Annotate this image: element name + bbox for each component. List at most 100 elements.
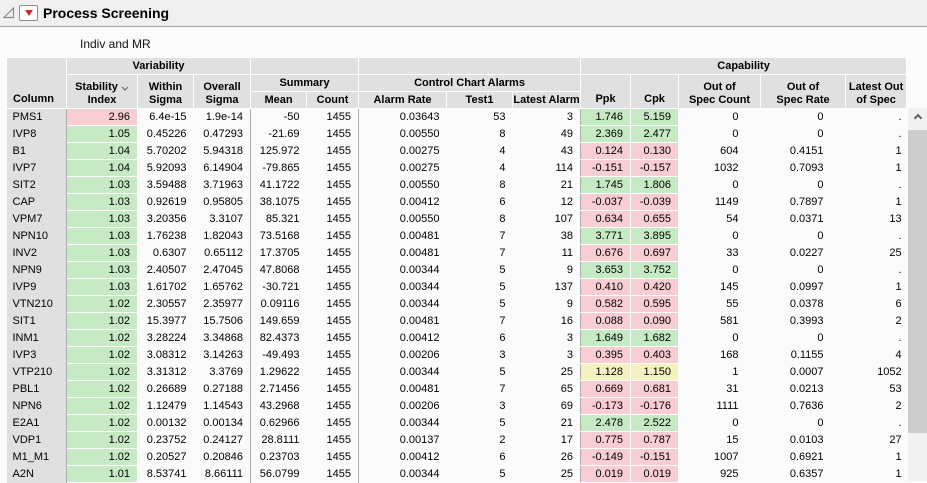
- cell-count[interactable]: 1455: [307, 109, 359, 126]
- cell-ppk[interactable]: 0.676: [581, 245, 631, 262]
- cell-si[interactable]: 1.05: [67, 126, 138, 143]
- cell-cpk[interactable]: 2.522: [631, 415, 679, 432]
- table-row[interactable]: NPN91.032.405072.4704547.806814550.00344…: [7, 262, 907, 279]
- cell-count[interactable]: 1455: [307, 415, 359, 432]
- cell-latest[interactable]: 65: [513, 381, 581, 398]
- cell-si[interactable]: 1.02: [67, 415, 138, 432]
- cell-latest[interactable]: 25: [513, 364, 581, 381]
- table-row[interactable]: IVP81.050.452260.47293-21.6914550.005508…: [7, 126, 907, 143]
- cell-oosr[interactable]: 0.0997: [761, 279, 846, 296]
- scrollbar-thumb[interactable]: [908, 130, 927, 433]
- cell-ppk[interactable]: 0.088: [581, 313, 631, 330]
- cell-oosc[interactable]: 54: [679, 211, 761, 228]
- table-row[interactable]: SIT21.033.594883.7196341.172214550.00550…: [7, 177, 907, 194]
- cell-rate[interactable]: 0.00481: [359, 245, 447, 262]
- table-row[interactable]: IVP71.045.920936.14904-79.86514550.00275…: [7, 160, 907, 177]
- red-triangle-menu-button[interactable]: [19, 5, 38, 21]
- cell-test1[interactable]: 2: [447, 432, 513, 449]
- cell-ppk[interactable]: 0.775: [581, 432, 631, 449]
- cell-overall[interactable]: 0.20846: [194, 449, 251, 466]
- cell-within[interactable]: 0.20527: [138, 449, 194, 466]
- cell-overall[interactable]: 0.65112: [194, 245, 251, 262]
- cell-count[interactable]: 1455: [307, 449, 359, 466]
- cell-name[interactable]: INM1: [7, 330, 67, 347]
- cell-rate[interactable]: 0.00412: [359, 449, 447, 466]
- cell-loos[interactable]: 2: [846, 313, 907, 330]
- cell-ppk[interactable]: 0.582: [581, 296, 631, 313]
- cell-si[interactable]: 1.02: [67, 330, 138, 347]
- cell-count[interactable]: 1455: [307, 398, 359, 415]
- cell-within[interactable]: 15.3977: [138, 313, 194, 330]
- table-row[interactable]: VPM71.033.203563.310785.32114550.0055081…: [7, 211, 907, 228]
- cell-test1[interactable]: 7: [447, 245, 513, 262]
- cell-cpk[interactable]: 0.681: [631, 381, 679, 398]
- cell-overall[interactable]: 8.66111: [194, 466, 251, 483]
- cell-name[interactable]: A2N: [7, 466, 67, 483]
- cell-test1[interactable]: 8: [447, 126, 513, 143]
- cell-ppk[interactable]: -0.037: [581, 194, 631, 211]
- cell-latest[interactable]: 9: [513, 296, 581, 313]
- cell-loos[interactable]: 6: [846, 296, 907, 313]
- table-row[interactable]: A2N1.018.537418.6611156.079914550.003445…: [7, 466, 907, 483]
- table-row[interactable]: NPN101.031.762381.8204373.516814550.0048…: [7, 228, 907, 245]
- cell-name[interactable]: VTN210: [7, 296, 67, 313]
- cell-oosc[interactable]: 0: [679, 415, 761, 432]
- cell-ppk[interactable]: 0.395: [581, 347, 631, 364]
- cell-latest[interactable]: 25: [513, 466, 581, 483]
- table-row[interactable]: B11.045.702025.94318125.97214550.0027544…: [7, 143, 907, 160]
- cell-count[interactable]: 1455: [307, 330, 359, 347]
- table-row[interactable]: IVP31.023.083123.14263-49.49314550.00206…: [7, 347, 907, 364]
- cell-count[interactable]: 1455: [307, 160, 359, 177]
- cell-loos[interactable]: .: [846, 228, 907, 245]
- cell-count[interactable]: 1455: [307, 466, 359, 483]
- out-of-spec-rate-header[interactable]: Out ofSpec Rate: [761, 75, 846, 109]
- cell-count[interactable]: 1455: [307, 126, 359, 143]
- cell-rate[interactable]: 0.00344: [359, 296, 447, 313]
- cell-si[interactable]: 1.03: [67, 228, 138, 245]
- cell-name[interactable]: VPM7: [7, 211, 67, 228]
- cell-oosc[interactable]: 0: [679, 109, 761, 126]
- cell-oosc[interactable]: 1: [679, 364, 761, 381]
- cell-oosr[interactable]: 0: [761, 330, 846, 347]
- cell-ppk[interactable]: 3.771: [581, 228, 631, 245]
- cell-name[interactable]: VDP1: [7, 432, 67, 449]
- cell-oosc[interactable]: 0: [679, 177, 761, 194]
- table-row[interactable]: INM11.023.282243.3486882.437314550.00412…: [7, 330, 907, 347]
- cell-count[interactable]: 1455: [307, 245, 359, 262]
- cell-ppk[interactable]: 3.653: [581, 262, 631, 279]
- cell-si[interactable]: 1.02: [67, 449, 138, 466]
- cell-loos[interactable]: .: [846, 330, 907, 347]
- cell-test1[interactable]: 7: [447, 381, 513, 398]
- cell-mean[interactable]: 0.62966: [251, 415, 307, 432]
- cell-si[interactable]: 1.02: [67, 381, 138, 398]
- cell-oosr[interactable]: 0.7897: [761, 194, 846, 211]
- cell-oosc[interactable]: 168: [679, 347, 761, 364]
- cell-ppk[interactable]: 1.746: [581, 109, 631, 126]
- disclosure-triangle-icon[interactable]: [2, 6, 16, 20]
- cell-within[interactable]: 5.70202: [138, 143, 194, 160]
- cell-ppk[interactable]: 2.369: [581, 126, 631, 143]
- cell-count[interactable]: 1455: [307, 313, 359, 330]
- cell-mean[interactable]: 73.5168: [251, 228, 307, 245]
- cell-name[interactable]: INV2: [7, 245, 67, 262]
- mean-header[interactable]: Mean: [251, 92, 307, 109]
- cell-within[interactable]: 1.12479: [138, 398, 194, 415]
- table-row[interactable]: SIT11.0215.397715.7506149.65914550.00481…: [7, 313, 907, 330]
- cell-si[interactable]: 1.03: [67, 211, 138, 228]
- cell-test1[interactable]: 6: [447, 194, 513, 211]
- cell-within[interactable]: 3.31312: [138, 364, 194, 381]
- cell-oosc[interactable]: 1032: [679, 160, 761, 177]
- cell-latest[interactable]: 137: [513, 279, 581, 296]
- cell-latest[interactable]: 21: [513, 177, 581, 194]
- cell-name[interactable]: NPN6: [7, 398, 67, 415]
- cell-oosc[interactable]: 925: [679, 466, 761, 483]
- cell-within[interactable]: 0.26689: [138, 381, 194, 398]
- cell-si[interactable]: 1.02: [67, 398, 138, 415]
- cell-loos[interactable]: .: [846, 109, 907, 126]
- cell-overall[interactable]: 3.14263: [194, 347, 251, 364]
- cell-oosr[interactable]: 0: [761, 177, 846, 194]
- cell-ppk[interactable]: 0.019: [581, 466, 631, 483]
- cell-test1[interactable]: 4: [447, 143, 513, 160]
- cell-count[interactable]: 1455: [307, 279, 359, 296]
- cell-within[interactable]: 6.4e-15: [138, 109, 194, 126]
